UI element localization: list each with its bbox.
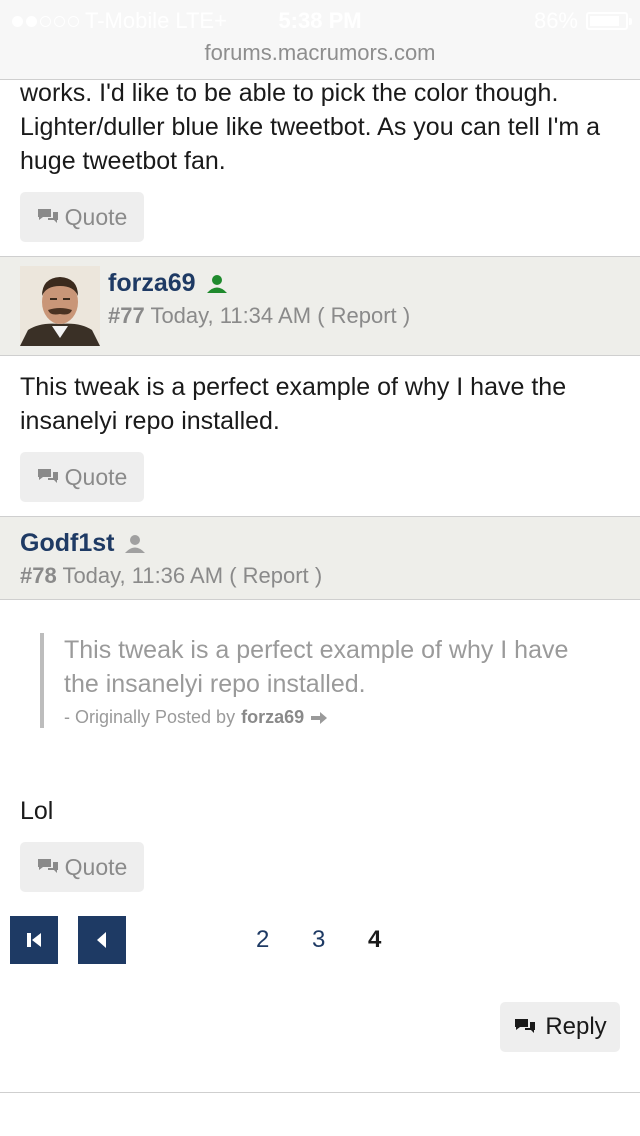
post-number[interactable]: #77 (108, 303, 145, 328)
report-paren-open: ( (229, 563, 237, 588)
attribution-user[interactable]: forza69 (241, 707, 304, 728)
address-bar[interactable]: forums.macrumors.com (0, 40, 640, 66)
first-page-button[interactable] (10, 916, 58, 964)
offline-user-icon (125, 534, 146, 553)
post-author: forza69 (108, 269, 228, 298)
divider (0, 1092, 640, 1093)
first-page-icon (27, 933, 41, 947)
quoted-text: This tweak is a perfect example of why I… (64, 636, 569, 698)
report-link[interactable]: Report (243, 563, 309, 588)
quoted-post: This tweak is a perfect example of why I… (40, 633, 600, 728)
page-link-3[interactable]: 3 (312, 926, 325, 954)
avatar-image (20, 266, 100, 346)
quote-button[interactable]: Quote (20, 842, 144, 892)
quote-button[interactable]: Quote (20, 192, 144, 242)
page-current-4: 4 (368, 926, 382, 953)
username-link[interactable]: forza69 (108, 269, 196, 298)
online-user-icon (206, 274, 227, 293)
report-paren-open: ( (317, 303, 325, 328)
post-number[interactable]: #78 (20, 563, 57, 588)
arrow-right-icon[interactable] (310, 711, 328, 725)
battery-percent: 86% (533, 8, 578, 33)
report-paren-close: ) (314, 563, 323, 588)
avatar[interactable] (20, 266, 100, 346)
reply-button[interactable]: Reply (500, 1002, 620, 1052)
post-header: Godf1st #78 Today, 11:36 AM ( Report ) (0, 516, 640, 600)
quote-label: Quote (64, 203, 128, 230)
report-paren-close: ) (402, 303, 411, 328)
report-link[interactable]: Report (331, 303, 397, 328)
post-body: This tweak is a perfect example of why I… (20, 373, 567, 435)
attribution-prefix: - Originally Posted by (64, 707, 236, 727)
quote-label: Quote (64, 853, 128, 880)
quote-attribution: - Originally Posted by forza69 (64, 707, 600, 728)
pagination: 2 3 4 (0, 916, 640, 964)
post-header: forza69 #77 Today, 11:34 AM ( Report ) (0, 256, 640, 356)
quote-button[interactable]: Quote (20, 452, 144, 502)
post-body: Lol (20, 797, 54, 825)
chevron-left-icon (97, 932, 106, 948)
speech-bubbles-icon (37, 859, 58, 873)
battery-icon (586, 12, 632, 30)
browser-top-bar: T-Mobile LTE+ 5:38 PM 86% forums.macrumo… (0, 0, 640, 80)
reply-label: Reply (545, 1013, 607, 1040)
post-time: Today, 11:34 AM (150, 303, 312, 328)
username-link[interactable]: Godf1st (20, 529, 114, 558)
post-body: works. I'd like to be able to pick the c… (20, 79, 601, 175)
page-link-2[interactable]: 2 (256, 926, 269, 954)
status-bar: T-Mobile LTE+ 5:38 PM 86% (0, 0, 640, 40)
post-author: Godf1st (20, 529, 146, 558)
quote-label: Quote (64, 463, 128, 490)
post-time: Today, 11:36 AM (62, 563, 224, 588)
status-right: 86% (533, 8, 632, 34)
speech-bubbles-icon (515, 1019, 536, 1033)
post-meta: #78 Today, 11:36 AM ( Report ) (20, 563, 322, 589)
speech-bubbles-icon (37, 209, 58, 223)
post-meta: #77 Today, 11:34 AM ( Report ) (108, 303, 410, 329)
previous-page-button[interactable] (78, 916, 126, 964)
speech-bubbles-icon (37, 469, 58, 483)
